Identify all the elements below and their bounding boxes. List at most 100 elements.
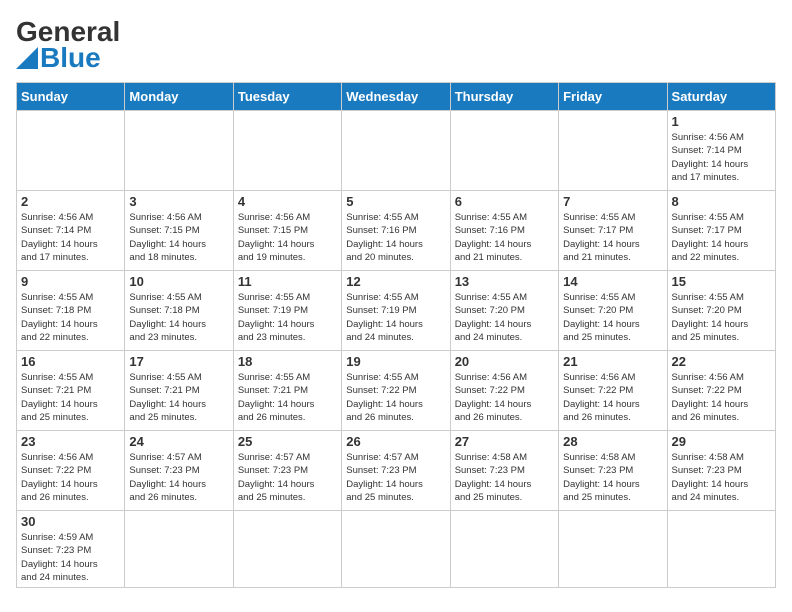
week-row-0: 1Sunrise: 4:56 AMSunset: 7:14 PMDaylight… [17,111,776,191]
day-info: Sunrise: 4:56 AMSunset: 7:22 PMDaylight:… [21,451,120,504]
logo-blue-text: Blue [40,42,101,74]
day-cell: 13Sunrise: 4:55 AMSunset: 7:20 PMDayligh… [450,271,558,351]
day-cell [17,111,125,191]
day-info: Sunrise: 4:55 AMSunset: 7:21 PMDaylight:… [129,371,228,424]
day-number: 26 [346,434,445,449]
day-info: Sunrise: 4:55 AMSunset: 7:18 PMDaylight:… [21,291,120,344]
day-cell: 10Sunrise: 4:55 AMSunset: 7:18 PMDayligh… [125,271,233,351]
day-cell [125,511,233,588]
day-info: Sunrise: 4:56 AMSunset: 7:15 PMDaylight:… [129,211,228,264]
day-number: 5 [346,194,445,209]
day-info: Sunrise: 4:56 AMSunset: 7:22 PMDaylight:… [672,371,771,424]
day-cell [450,511,558,588]
day-number: 30 [21,514,120,529]
day-number: 3 [129,194,228,209]
day-cell [559,111,667,191]
week-row-1: 2 Sunrise: 4:56 AMSunset: 7:14 PMDaylight… [17,191,776,271]
day-cell: 6 Sunrise: 4:55 AMSunset: 7:16 PMDaylight… [450,191,558,271]
day-number: 21 [563,354,662,369]
day-info: Sunrise: 4:57 AMSunset: 7:23 PMDaylight:… [346,451,445,504]
header-cell-friday: Friday [559,83,667,111]
day-cell [125,111,233,191]
day-cell: 19Sunrise: 4:55 AMSunset: 7:22 PMDayligh… [342,351,450,431]
day-cell: 24 Sunrise: 4:57 AMSunset: 7:23 PMDayligh… [125,431,233,511]
day-cell: 18Sunrise: 4:55 AMSunset: 7:21 PMDayligh… [233,351,341,431]
day-cell: 30Sunrise: 4:59 AMSunset: 7:23 PMDayligh… [17,511,125,588]
day-number: 27 [455,434,554,449]
day-info: Sunrise: 4:55 AMSunset: 7:19 PMDaylight:… [346,291,445,344]
day-info: Sunrise: 4:58 AMSunset: 7:23 PMDaylight:… [455,451,554,504]
day-cell [233,511,341,588]
day-number: 8 [672,194,771,209]
day-number: 19 [346,354,445,369]
day-number: 22 [672,354,771,369]
day-info: Sunrise: 4:56 AMSunset: 7:22 PMDaylight:… [455,371,554,424]
day-cell [559,511,667,588]
day-cell: 1Sunrise: 4:56 AMSunset: 7:14 PMDaylight… [667,111,775,191]
day-number: 23 [21,434,120,449]
day-cell: 27 Sunrise: 4:58 AMSunset: 7:23 PMDayligh… [450,431,558,511]
day-number: 2 [21,194,120,209]
day-info: Sunrise: 4:55 AMSunset: 7:16 PMDaylight:… [346,211,445,264]
day-cell: 9 Sunrise: 4:55 AMSunset: 7:18 PMDaylight… [17,271,125,351]
week-row-4: 23 Sunrise: 4:56 AMSunset: 7:22 PMDayligh… [17,431,776,511]
day-info: Sunrise: 4:56 AMSunset: 7:22 PMDaylight:… [563,371,662,424]
day-number: 7 [563,194,662,209]
day-cell: 17 Sunrise: 4:55 AMSunset: 7:21 PMDayligh… [125,351,233,431]
logo-area: General Blue [16,16,116,74]
day-cell [233,111,341,191]
week-row-2: 9 Sunrise: 4:55 AMSunset: 7:18 PMDaylight… [17,271,776,351]
day-number: 28 [563,434,662,449]
day-cell: 14Sunrise: 4:55 AMSunset: 7:20 PMDayligh… [559,271,667,351]
header-cell-monday: Monday [125,83,233,111]
day-number: 6 [455,194,554,209]
week-row-3: 16 Sunrise: 4:55 AMSunset: 7:21 PMDayligh… [17,351,776,431]
day-info: Sunrise: 4:57 AMSunset: 7:23 PMDaylight:… [129,451,228,504]
day-cell [342,111,450,191]
day-info: Sunrise: 4:55 AMSunset: 7:17 PMDaylight:… [672,211,771,264]
day-cell: 22 Sunrise: 4:56 AMSunset: 7:22 PMDayligh… [667,351,775,431]
logo-blue-icon [16,47,38,69]
day-cell: 20 Sunrise: 4:56 AMSunset: 7:22 PMDayligh… [450,351,558,431]
day-cell: 5 Sunrise: 4:55 AMSunset: 7:16 PMDaylight… [342,191,450,271]
week-row-5: 30Sunrise: 4:59 AMSunset: 7:23 PMDayligh… [17,511,776,588]
day-cell: 3 Sunrise: 4:56 AMSunset: 7:15 PMDaylight… [125,191,233,271]
day-number: 25 [238,434,337,449]
day-number: 16 [21,354,120,369]
day-cell [342,511,450,588]
day-info: Sunrise: 4:56 AMSunset: 7:14 PMDaylight:… [21,211,120,264]
day-info: Sunrise: 4:55 AMSunset: 7:19 PMDaylight:… [238,291,337,344]
calendar-table: SundayMondayTuesdayWednesdayThursdayFrid… [16,82,776,588]
day-cell: 4Sunrise: 4:56 AMSunset: 7:15 PMDaylight… [233,191,341,271]
day-number: 29 [672,434,771,449]
day-cell: 2 Sunrise: 4:56 AMSunset: 7:14 PMDaylight… [17,191,125,271]
day-cell: 12Sunrise: 4:55 AMSunset: 7:19 PMDayligh… [342,271,450,351]
day-number: 11 [238,274,337,289]
header: General Blue [16,16,776,74]
day-cell: 21 Sunrise: 4:56 AMSunset: 7:22 PMDayligh… [559,351,667,431]
day-number: 24 [129,434,228,449]
day-number: 10 [129,274,228,289]
header-row: SundayMondayTuesdayWednesdayThursdayFrid… [17,83,776,111]
day-number: 13 [455,274,554,289]
day-number: 1 [672,114,771,129]
day-number: 17 [129,354,228,369]
header-cell-thursday: Thursday [450,83,558,111]
day-cell [450,111,558,191]
day-cell: 26 Sunrise: 4:57 AMSunset: 7:23 PMDayligh… [342,431,450,511]
day-cell: 8 Sunrise: 4:55 AMSunset: 7:17 PMDaylight… [667,191,775,271]
header-cell-wednesday: Wednesday [342,83,450,111]
day-info: Sunrise: 4:58 AMSunset: 7:23 PMDaylight:… [672,451,771,504]
day-cell: 23 Sunrise: 4:56 AMSunset: 7:22 PMDayligh… [17,431,125,511]
day-info: Sunrise: 4:56 AMSunset: 7:15 PMDaylight:… [238,211,337,264]
day-info: Sunrise: 4:55 AMSunset: 7:20 PMDaylight:… [672,291,771,344]
day-cell: 15 Sunrise: 4:55 AMSunset: 7:20 PMDayligh… [667,271,775,351]
day-info: Sunrise: 4:55 AMSunset: 7:17 PMDaylight:… [563,211,662,264]
day-info: Sunrise: 4:57 AMSunset: 7:23 PMDaylight:… [238,451,337,504]
day-cell [667,511,775,588]
day-info: Sunrise: 4:55 AMSunset: 7:16 PMDaylight:… [455,211,554,264]
day-number: 9 [21,274,120,289]
day-number: 15 [672,274,771,289]
day-number: 20 [455,354,554,369]
day-info: Sunrise: 4:55 AMSunset: 7:20 PMDaylight:… [563,291,662,344]
